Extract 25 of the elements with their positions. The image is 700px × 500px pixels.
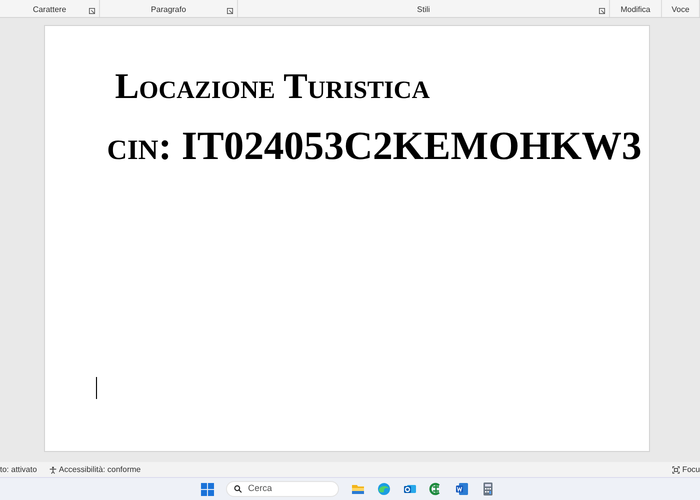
group-label: Stili: [417, 4, 430, 16]
status-text[interactable]: to: attivato: [0, 464, 37, 476]
dialog-launcher-icon[interactable]: [227, 8, 233, 14]
accessibility-icon[interactable]: [48, 466, 57, 474]
search-field[interactable]: Cerca: [226, 481, 339, 497]
start-icon[interactable]: [201, 482, 214, 496]
search-icon[interactable]: [234, 485, 242, 493]
group-label: Modifica: [620, 4, 650, 16]
calculator-icon[interactable]: [481, 482, 495, 496]
group-label: Voce: [672, 4, 690, 16]
status-text[interactable]: Accessibilità: conforme: [58, 464, 141, 476]
focus-label[interactable]: Focu: [682, 464, 700, 476]
group-label: Carattere: [32, 4, 66, 16]
app-icon[interactable]: [429, 482, 443, 496]
document-app-icon[interactable]: [455, 482, 469, 496]
dialog-launcher-icon[interactable]: [599, 8, 605, 14]
mail-icon[interactable]: [403, 482, 417, 496]
folder-icon[interactable]: [351, 482, 365, 496]
focus-icon[interactable]: [672, 466, 680, 474]
group-label: Paragrafo: [150, 4, 186, 16]
heading-text: cin: IT024053C2KEMOHKW3: [106, 122, 643, 168]
heading-text: Locazione Turistica: [114, 65, 431, 106]
browser-icon[interactable]: [377, 482, 391, 496]
dialog-launcher-icon[interactable]: [89, 8, 95, 14]
text-cursor: [96, 377, 97, 399]
